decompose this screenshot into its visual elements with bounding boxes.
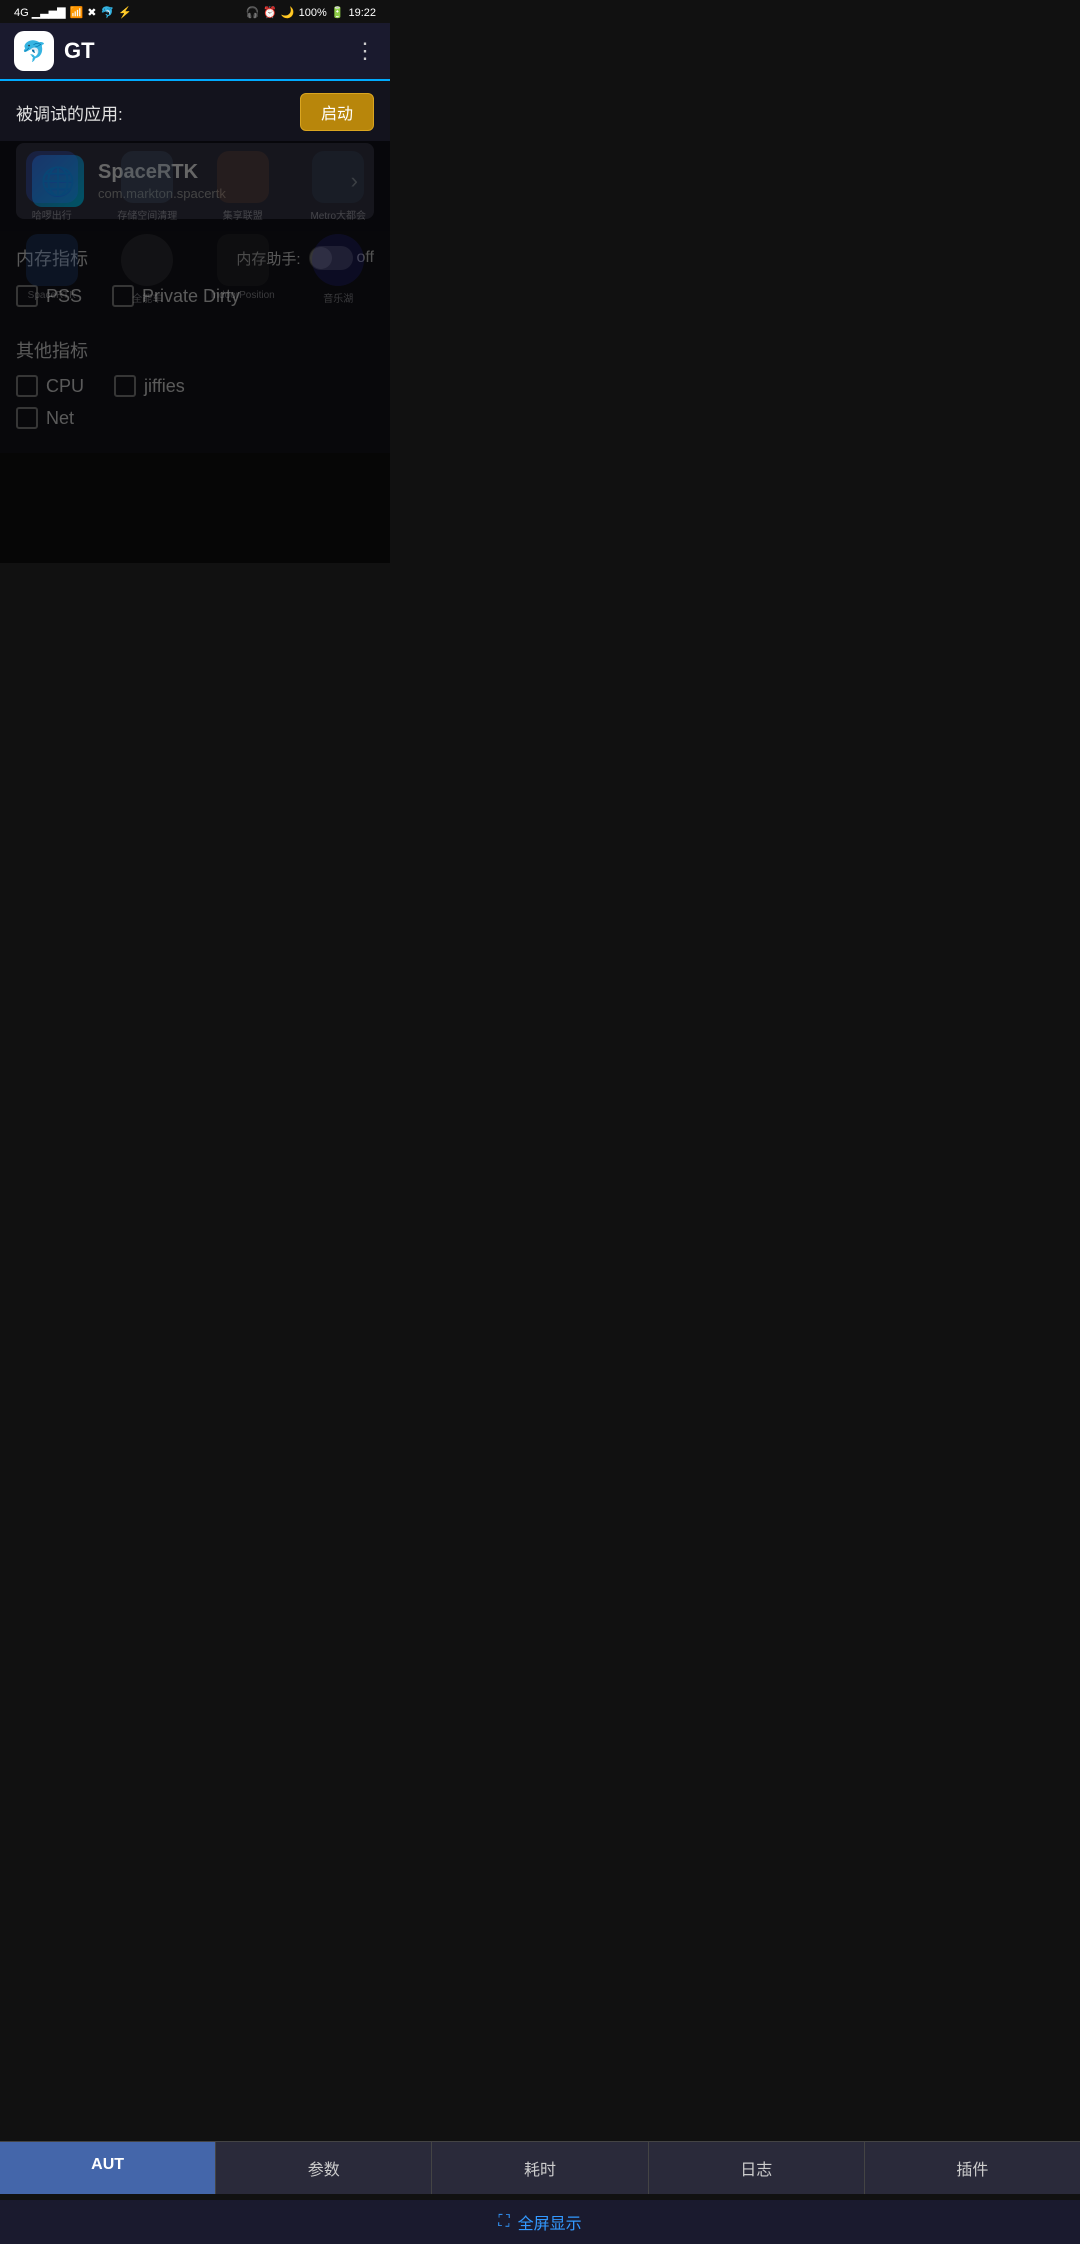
- app-bar-left: 🐬 GT: [14, 31, 95, 71]
- signal-icon: 4G ▁▃▅▇: [14, 6, 66, 19]
- bg-app-jixiang: 集享联盟: [201, 151, 285, 222]
- tab-bar: AUT 参数 耗时 日志 插件: [0, 2141, 1080, 2194]
- alarm-icon: ⏰: [263, 6, 277, 19]
- app-icon-small: 🐬: [101, 6, 115, 19]
- bg-app-storage: 存储空间清理: [106, 151, 190, 222]
- bg-app-grid: 哈啰出行 存储空间清理 集享联盟 Metro大都会 SpaceRTK 全能车: [0, 141, 390, 315]
- app-title: GT: [64, 38, 95, 64]
- status-bar: 4G ▁▃▅▇ 📶 ✖ 🐬 ⚡ 🎧 ⏰ 🌙 100% 🔋 19:22: [0, 0, 390, 23]
- clock: 19:22: [348, 7, 376, 19]
- fullscreen-button[interactable]: ⛶ 全屏显示: [498, 2210, 581, 2234]
- debug-label: 被调试的应用:: [16, 100, 123, 125]
- app-bar: 🐬 GT ⋮: [0, 23, 390, 81]
- fullscreen-label: 全屏显示: [518, 2210, 582, 2234]
- bg-app-spacertk: SpaceRTK: [10, 234, 94, 305]
- debug-app-header: 被调试的应用: 启动: [16, 93, 374, 131]
- battery-level: 100%: [299, 7, 327, 19]
- fullscreen-bar: ⛶ 全屏显示: [0, 2200, 1080, 2244]
- moon-icon: 🌙: [281, 6, 295, 19]
- start-button[interactable]: 启动: [300, 93, 374, 131]
- main-content: 被调试的应用: 启动 🌐 SpaceRTK com.markton.spacer…: [0, 81, 390, 563]
- wifi-icon: 📶: [70, 6, 84, 19]
- bg-app-quannengche: 全能车: [106, 234, 190, 305]
- gt-app-icon: 🐬: [14, 31, 54, 71]
- fullscreen-icon: ⛶: [498, 2213, 509, 2231]
- bg-app-metro: Metro大都会: [297, 151, 381, 222]
- bg-app-musiclake: 音乐湖: [297, 234, 381, 305]
- tab-params[interactable]: 参数: [216, 2142, 432, 2194]
- bg-app-indoorposition: IndoorPosition: [201, 234, 285, 305]
- usb-icon: ⚡: [118, 6, 132, 19]
- tab-plugin[interactable]: 插件: [865, 2142, 1080, 2194]
- background-apps: 哈啰出行 存储空间清理 集享联盟 Metro大都会 SpaceRTK 全能车: [0, 141, 390, 563]
- status-left: 4G ▁▃▅▇ 📶 ✖ 🐬 ⚡: [14, 6, 132, 19]
- overflow-menu-icon[interactable]: ⋮: [354, 38, 376, 64]
- tab-time[interactable]: 耗时: [432, 2142, 648, 2194]
- tab-aut[interactable]: AUT: [0, 2142, 216, 2194]
- status-right: 🎧 ⏰ 🌙 100% 🔋 19:22: [246, 6, 376, 19]
- headphone-icon: 🎧: [246, 6, 260, 19]
- bg-app-haluochuxing: 哈啰出行: [10, 151, 94, 222]
- battery-icon: 🔋: [331, 6, 345, 19]
- tab-log[interactable]: 日志: [649, 2142, 865, 2194]
- notification-icon: ✖: [87, 6, 96, 19]
